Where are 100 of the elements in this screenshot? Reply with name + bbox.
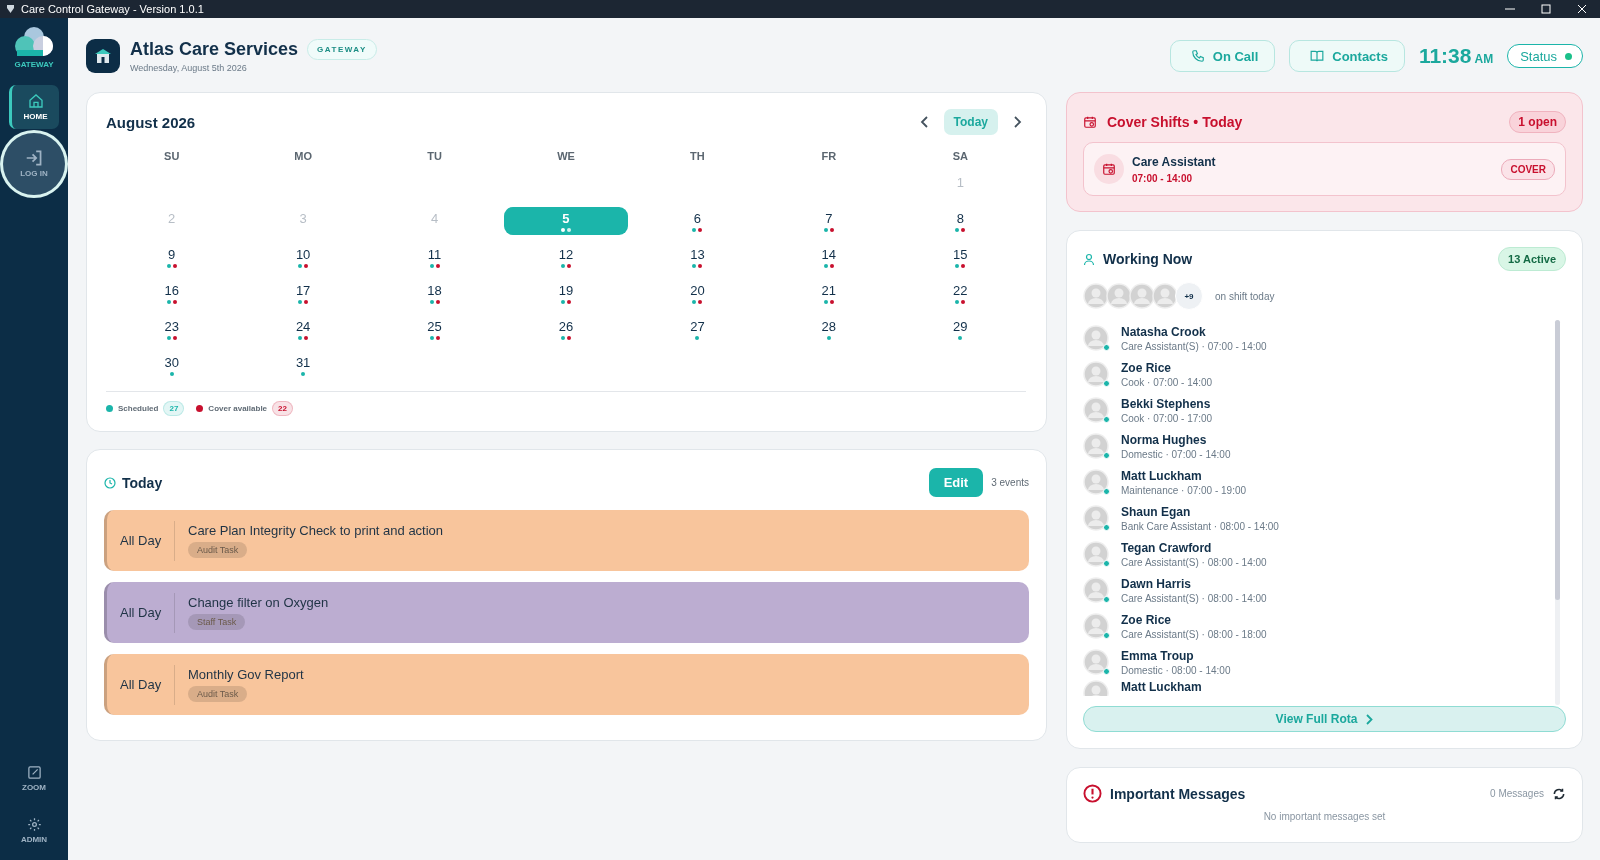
section-title: Important Messages <box>1110 785 1246 802</box>
shift-role: Care Assistant <box>1132 154 1216 169</box>
legend-label: Scheduled <box>118 404 159 413</box>
calendar-day[interactable]: 9 <box>109 243 234 271</box>
staff-detail: Cook · 07:00 - 17:00 <box>1121 412 1213 424</box>
staff-detail: Care Assistant(S) · 08:00 - 14:00 <box>1121 592 1267 604</box>
legend-label: Cover available <box>208 404 268 413</box>
avatar-icon <box>1083 433 1109 459</box>
weekday-label: SU <box>163 149 181 164</box>
calendar-day[interactable]: 18 <box>372 279 497 307</box>
settings-icon <box>26 816 42 832</box>
nav-item[interactable]: ZOOM <box>9 756 59 800</box>
book-icon <box>1310 49 1325 63</box>
cloud-logo-icon <box>13 26 55 58</box>
event-card[interactable]: All Day Monthly Gov Report Audit Task <box>104 654 1029 715</box>
nav-item[interactable]: ADMIN <box>9 808 59 852</box>
avatar-icon <box>1083 613 1109 639</box>
more-count: +9 <box>1175 282 1203 310</box>
calendar-day[interactable]: 23 <box>109 315 234 343</box>
calendar-day[interactable]: 26 <box>504 315 628 343</box>
staff-name: Zoe Rice <box>1121 360 1172 375</box>
event-card[interactable]: All Day Change filter on Oxygen Staff Task <box>104 582 1029 643</box>
calendar-day[interactable]: 7 <box>766 207 891 235</box>
calendar-day[interactable]: 11 <box>372 243 497 271</box>
calendar-day[interactable]: 24 <box>241 315 366 343</box>
refresh-icon[interactable] <box>1552 786 1566 801</box>
calendar-day[interactable]: 15 <box>898 243 1023 271</box>
open-count-badge: 1 open <box>1509 111 1566 133</box>
nav-item[interactable]: LOG IN <box>3 133 65 195</box>
message-count: 0 Messages <box>1490 788 1544 799</box>
calendar-day[interactable]: 12 <box>504 243 628 271</box>
calendar-day[interactable]: 19 <box>504 279 628 307</box>
window-title: Care Control Gateway - Version 1.0.1 <box>21 3 204 15</box>
event-title: Care Plan Integrity Check to print and action <box>188 523 444 538</box>
calendar-day[interactable]: 31 <box>241 351 366 379</box>
calendar-day[interactable]: 22 <box>898 279 1023 307</box>
event-card[interactable]: All Day Care Plan Integrity Check to print and action Audit Task <box>104 510 1029 571</box>
weekday-label: MO <box>293 149 313 164</box>
calendar-day[interactable]: 30 <box>109 351 234 379</box>
gateway-badge: GATEWAY <box>307 39 377 60</box>
month-title: August 2026 <box>106 113 196 131</box>
avatar-icon <box>1083 541 1109 567</box>
current-date: Wednesday, August 5th 2026 <box>130 63 248 73</box>
weekday-label: FR <box>820 149 838 164</box>
home-icon <box>27 93 44 109</box>
weekday-label: WE <box>556 149 576 164</box>
calendar-day[interactable]: 20 <box>635 279 760 307</box>
avatar-icon <box>1083 325 1109 351</box>
calendar-day[interactable]: 21 <box>766 279 891 307</box>
avatar-icon <box>1129 283 1155 309</box>
event-title: Change filter on Oxygen <box>188 595 329 610</box>
staff-detail: Care Assistant(S) · 08:00 - 14:00 <box>1121 556 1267 568</box>
legend-count: 27 <box>163 401 185 416</box>
weekday-label: TH <box>689 149 706 164</box>
logo-label: GATEWAY <box>14 60 54 69</box>
calendar-day[interactable]: 10 <box>241 243 366 271</box>
event-time: All Day <box>107 664 175 705</box>
company-name: Atlas Care Services <box>130 39 299 60</box>
event-tag: Audit Task <box>188 542 248 558</box>
app-icon <box>6 4 15 14</box>
event-tag: Audit Task <box>188 686 248 702</box>
login-icon <box>25 150 43 166</box>
empty-message: No important messages set <box>1262 811 1387 822</box>
avatar-icon <box>1083 577 1109 603</box>
staff-name: Norma Hughes <box>1121 432 1208 447</box>
staff-name: Dawn Harris <box>1121 576 1193 591</box>
calendar-day[interactable]: 16 <box>109 279 234 307</box>
event-time: All Day <box>107 520 175 561</box>
active-count-badge: 13 Active <box>1498 247 1566 271</box>
staff-detail: Care Assistant(S) · 07:00 - 14:00 <box>1121 340 1267 352</box>
calendar-day[interactable]: 8 <box>898 207 1023 235</box>
alert-icon <box>1083 784 1102 803</box>
calendar-day[interactable]: 13 <box>635 243 760 271</box>
section-title: Working Now <box>1103 251 1193 267</box>
avatar-icon <box>1152 283 1178 309</box>
staff-detail: Bank Care Assistant · 08:00 - 14:00 <box>1121 520 1279 532</box>
staff-detail: Domestic · 08:00 - 14:00 <box>1121 664 1231 676</box>
calendar-day[interactable]: 29 <box>898 315 1023 343</box>
calendar-day[interactable]: 25 <box>372 315 497 343</box>
calendar-day[interactable]: 14 <box>766 243 891 271</box>
shift-row[interactable]: Care Assistant 07:00 - 14:00 COVER <box>1083 142 1566 196</box>
staff-detail: Maintenance · 07:00 - 19:00 <box>1121 484 1247 496</box>
clock-time: 11:38 <box>1418 44 1472 68</box>
nav-item[interactable]: HOME <box>9 85 59 129</box>
calendar-day[interactable]: 17 <box>241 279 366 307</box>
event-tag: Staff Task <box>188 614 246 630</box>
shift-note: on shift today <box>1215 290 1275 302</box>
calendar-day[interactable]: 27 <box>635 315 760 343</box>
staff-name: Natasha Crook <box>1121 324 1207 339</box>
calendar-day[interactable]: 6 <box>635 207 760 235</box>
staff-name: Emma Troup <box>1121 648 1195 663</box>
calendar-day[interactable]: 28 <box>766 315 891 343</box>
avatar-icon <box>1083 469 1109 495</box>
clock-icon <box>104 476 116 489</box>
staff-name: Shaun Egan <box>1121 504 1192 519</box>
staff-detail: Care Assistant(S) · 08:00 - 18:00 <box>1121 628 1267 640</box>
avatar-icon <box>1083 361 1109 387</box>
chevron-right-icon <box>1365 713 1374 725</box>
avatar-icon <box>1083 505 1109 531</box>
staff-detail: Cook · 07:00 - 14:00 <box>1121 376 1213 388</box>
